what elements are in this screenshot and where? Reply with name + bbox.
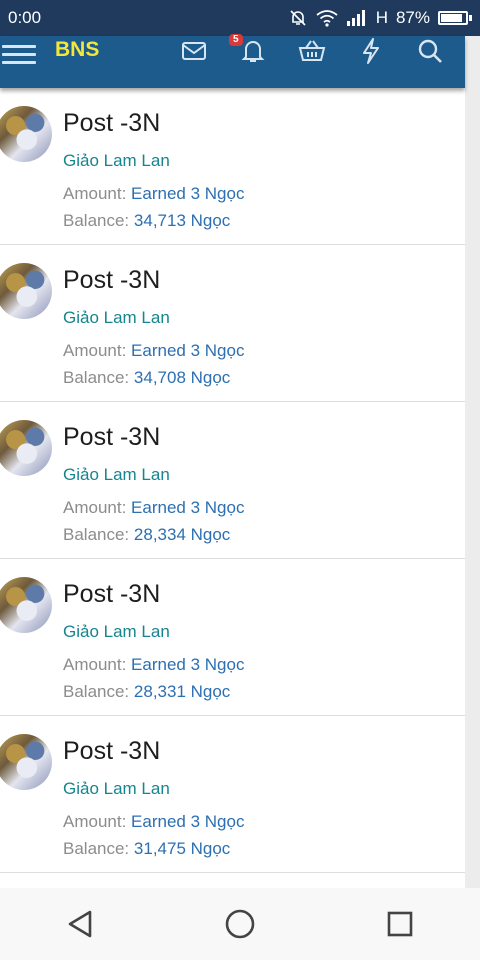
amount-value: Earned 3 Ngọc	[131, 812, 245, 831]
search-icon[interactable]	[412, 36, 448, 66]
wifi-icon	[316, 10, 338, 27]
home-circle-icon[interactable]	[210, 894, 270, 954]
avatar[interactable]	[0, 577, 52, 633]
amount-value: Earned 3 Ngọc	[131, 655, 245, 674]
amount-value: Earned 3 Ngọc	[131, 498, 245, 517]
balance-value: 31,475 Ngọc	[133, 839, 231, 858]
balance-label: Balance:	[63, 839, 130, 858]
amount-label: Amount:	[63, 341, 127, 360]
balance-label: Balance:	[63, 368, 130, 387]
battery-icon	[438, 11, 472, 25]
entry-author[interactable]: Giảo Lam Lan	[63, 308, 170, 328]
notification-badge: 5	[229, 34, 243, 46]
balance-value: 28,334 Ngọc	[133, 525, 231, 544]
status-bar: 0:00 H 87%	[0, 0, 480, 36]
balance-line: Balance: 28,334 Ngọc	[63, 525, 230, 545]
balance-line: Balance: 28,331 Ngọc	[63, 682, 230, 702]
entry-title[interactable]: Post -3N	[63, 737, 160, 766]
entry-author[interactable]: Giảo Lam Lan	[63, 151, 170, 171]
battery-percent: 87%	[395, 8, 430, 27]
entry-title[interactable]: Post -3N	[63, 266, 160, 295]
amount-line: Amount: Earned 3 Ngọc	[63, 812, 244, 832]
amount-line: Amount: Earned 3 Ngọc	[63, 498, 244, 518]
entry-title[interactable]: Post -3N	[63, 580, 160, 609]
network-type: H	[375, 8, 388, 27]
app-brand[interactable]: BNS	[55, 38, 99, 62]
list-item[interactable]: Post -3N Giảo Lam Lan Amount: Earned 3 N…	[0, 716, 465, 873]
balance-value: 28,331 Ngọc	[133, 682, 231, 701]
entry-author[interactable]: Giảo Lam Lan	[63, 779, 170, 799]
balance-label: Balance:	[63, 682, 130, 701]
amount-value: Earned 3 Ngọc	[131, 184, 245, 203]
mute-bell-icon	[290, 10, 306, 26]
system-nav-bar	[0, 888, 480, 960]
entry-title[interactable]: Post -3N	[63, 423, 160, 452]
back-triangle-icon[interactable]	[50, 894, 110, 954]
basket-icon[interactable]	[294, 36, 330, 66]
entry-author[interactable]: Giảo Lam Lan	[63, 465, 170, 485]
list-item[interactable]: Post -3N Giảo Lam Lan Amount: Earned 3 N…	[0, 245, 465, 402]
avatar[interactable]	[0, 263, 52, 319]
amount-label: Amount:	[63, 655, 127, 674]
avatar[interactable]	[0, 734, 52, 790]
signal-icon	[346, 10, 365, 26]
list-item[interactable]: Post -3N Giảo Lam Lan Amount: Earned 3 N…	[0, 402, 465, 559]
amount-line: Amount: Earned 3 Ngọc	[63, 655, 244, 675]
lightning-icon[interactable]	[353, 36, 389, 66]
battery-level	[441, 14, 462, 22]
amount-line: Amount: Earned 3 Ngọc	[63, 341, 244, 361]
balance-line: Balance: 31,475 Ngọc	[63, 839, 230, 859]
list-item[interactable]: Post -3N Giảo Lam Lan Amount: Earned 3 N…	[0, 88, 465, 245]
app-toolbar: BNS 5	[0, 34, 465, 88]
page-side-gap	[465, 88, 480, 888]
balance-value: 34,708 Ngọc	[133, 368, 231, 387]
amount-value: Earned 3 Ngọc	[131, 341, 245, 360]
recents-square-icon[interactable]	[370, 894, 430, 954]
amount-label: Amount:	[63, 184, 127, 203]
transaction-list[interactable]: Post -3N Giảo Lam Lan Amount: Earned 3 N…	[0, 88, 465, 888]
mail-icon[interactable]	[176, 36, 212, 66]
avatar[interactable]	[0, 106, 52, 162]
balance-label: Balance:	[63, 525, 130, 544]
balance-value: 34,713 Ngọc	[133, 211, 231, 230]
balance-line: Balance: 34,708 Ngọc	[63, 368, 230, 388]
entry-author[interactable]: Giảo Lam Lan	[63, 622, 170, 642]
amount-label: Amount:	[63, 812, 127, 831]
avatar[interactable]	[0, 420, 52, 476]
balance-label: Balance:	[63, 211, 130, 230]
hamburger-menu-icon[interactable]	[2, 40, 36, 68]
status-icons: H 87%	[288, 8, 472, 28]
status-time: 0:00	[8, 8, 42, 27]
balance-line: Balance: 34,713 Ngọc	[63, 211, 230, 231]
list-item[interactable]: Post -3N Giảo Lam Lan Amount: Earned 3 N…	[0, 559, 465, 716]
amount-label: Amount:	[63, 498, 127, 517]
entry-title[interactable]: Post -3N	[63, 109, 160, 138]
amount-line: Amount: Earned 3 Ngọc	[63, 184, 244, 204]
